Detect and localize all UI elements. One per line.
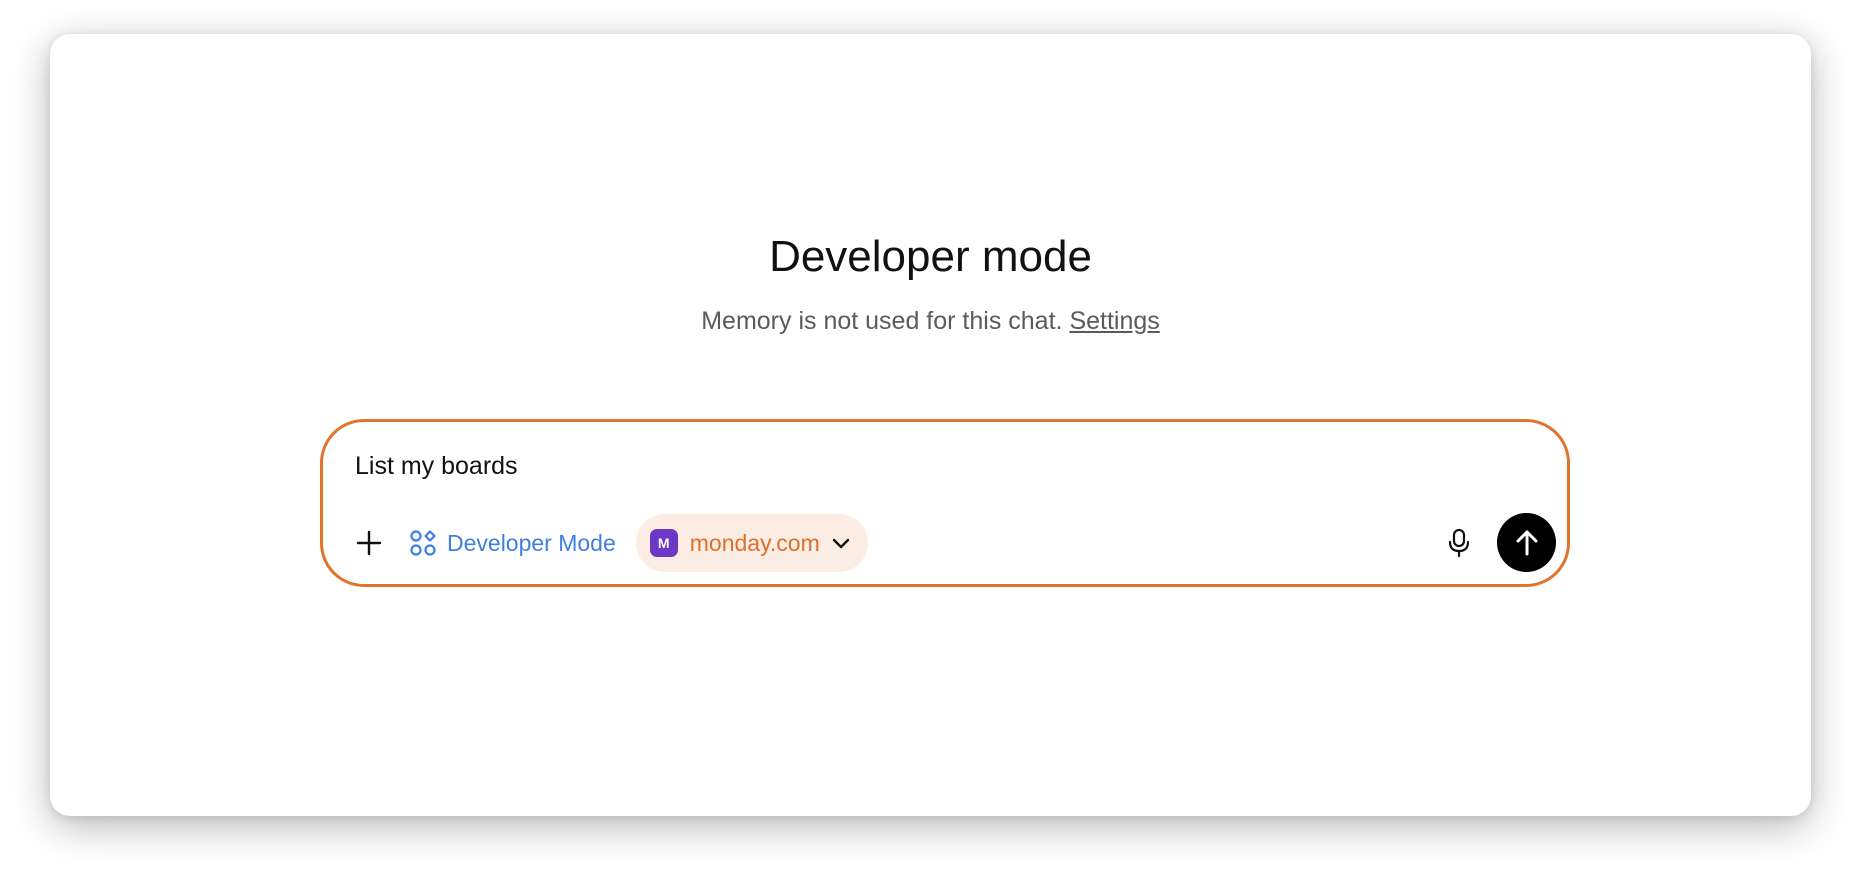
add-attachment-button[interactable] — [349, 523, 389, 563]
settings-link[interactable]: Settings — [1069, 307, 1159, 335]
arrow-up-icon — [1516, 530, 1537, 555]
send-button[interactable] — [1497, 513, 1556, 572]
chat-window: Developer mode Memory is not used for th… — [50, 34, 1811, 816]
connector-chip-label: monday.com — [689, 529, 820, 556]
message-input[interactable]: List my boards — [355, 452, 518, 481]
screen: Developer mode Memory is not used for th… — [0, 0, 1861, 882]
monday-logo-icon: M — [649, 529, 678, 557]
developer-mode-label: Developer Mode — [447, 529, 616, 556]
memory-notice-text: Memory is not used for this chat. — [701, 307, 1063, 335]
apps-icon — [410, 530, 436, 556]
memory-notice: Memory is not used for this chat. Settin… — [50, 307, 1811, 336]
chevron-down-icon — [832, 537, 850, 549]
message-composer[interactable]: List my boards Developer Mode M monday.c… — [320, 419, 1570, 587]
plus-icon — [356, 530, 382, 556]
composer-toolbar: Developer Mode M monday.com — [349, 514, 868, 572]
page-title: Developer mode — [769, 232, 1092, 281]
voice-input-button[interactable] — [1439, 523, 1479, 563]
developer-mode-button[interactable]: Developer Mode — [409, 529, 616, 557]
connector-chip-monday[interactable]: M monday.com — [635, 514, 868, 572]
microphone-icon — [1448, 528, 1470, 558]
